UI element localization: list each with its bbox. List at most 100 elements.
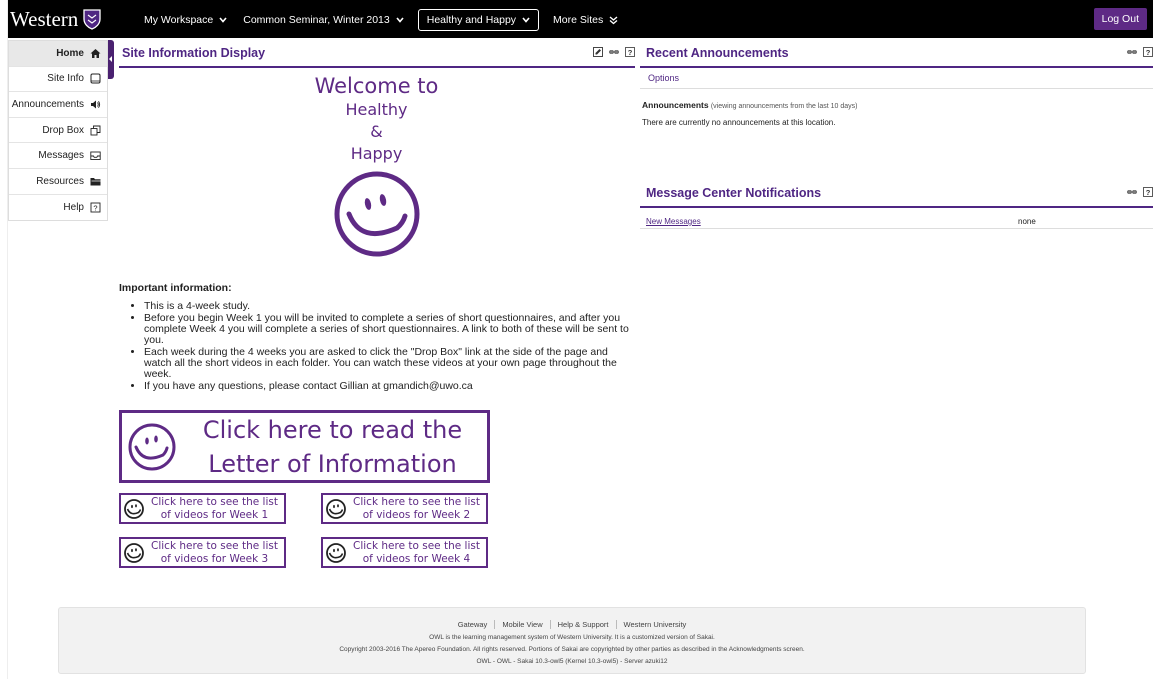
edit-icon[interactable]: [593, 47, 603, 57]
sidebar-item-label: Help: [63, 201, 84, 213]
svg-text:?: ?: [93, 203, 97, 212]
sidebar-item-site-info[interactable]: Site Info: [9, 67, 107, 93]
welcome-line: &: [370, 122, 383, 141]
logo-text: Western: [10, 7, 79, 31]
sidebar-item-help[interactable]: Help ?: [9, 195, 107, 221]
smiley-face-icon: [326, 542, 346, 563]
sidebar-item-resources[interactable]: Resources: [9, 169, 107, 195]
welcome-line: Healthy: [345, 100, 408, 119]
chevron-down-icon: [522, 17, 530, 23]
smiley-face-icon: [124, 498, 144, 519]
welcome-banner: Welcome to Healthy & Happy: [124, 74, 629, 166]
help-icon[interactable]: ?: [625, 47, 635, 57]
footer-links: Gateway Mobile View Help & Support Weste…: [59, 620, 1085, 629]
svg-text:?: ?: [1146, 48, 1151, 57]
smiley-face-icon: [124, 542, 144, 563]
week-button-text: Click here to see the list of videos for…: [145, 496, 284, 522]
footer-text: OWL is the learning management system of…: [429, 634, 715, 641]
smiley-face-icon: [128, 423, 176, 470]
svg-text:?: ?: [628, 48, 633, 57]
smiley-face-icon: [326, 498, 346, 519]
announcements-options-link[interactable]: Options: [640, 69, 1153, 89]
letter-button-text: Click here to read the Letter of Informa…: [178, 413, 487, 481]
link-icon[interactable]: [1127, 187, 1137, 197]
nav-more-sites[interactable]: More Sites: [545, 9, 626, 31]
list-item: If you have any questions, please contac…: [144, 380, 636, 392]
footer-link-mobile-view[interactable]: Mobile View: [495, 620, 551, 629]
table-row: New Messages none: [640, 214, 1153, 229]
footer-link-western-university[interactable]: Western University: [617, 620, 694, 629]
double-chevron-down-icon: [609, 15, 618, 24]
svg-text:?: ?: [1146, 188, 1151, 197]
sidebar-item-label: Resources: [36, 175, 84, 187]
portlet-tools: ?: [593, 47, 635, 57]
portlet-tools: ?: [1127, 187, 1153, 197]
list-item: Before you begin Week 1 you will be invi…: [144, 312, 636, 347]
log-out-button[interactable]: Log Out: [1093, 8, 1147, 30]
week-2-videos-button[interactable]: Click here to see the list of videos for…: [321, 493, 488, 524]
week-4-videos-button[interactable]: Click here to see the list of videos for…: [321, 537, 488, 568]
home-icon: [90, 48, 101, 58]
chevron-down-icon: [396, 17, 404, 23]
sidebar-item-label: Announcements: [11, 98, 84, 110]
week-button-text: Click here to see the list of videos for…: [145, 540, 284, 566]
help-icon[interactable]: ?: [1143, 187, 1153, 197]
sidebar-item-label: Drop Box: [42, 124, 84, 136]
button-line: Click here to see the list: [151, 495, 278, 508]
portlet-tools: ?: [1127, 47, 1153, 57]
announcements-heading-label: Announcements: [642, 100, 709, 110]
top-bar: Western My Workspace Common Seminar, Win…: [0, 0, 1153, 38]
list-item: This is a 4-week study.: [144, 300, 636, 312]
shield-icon: [83, 9, 101, 30]
button-line: Click here to see the list: [151, 539, 278, 552]
nav-common-seminar[interactable]: Common Seminar, Winter 2013: [235, 9, 411, 31]
welcome-line: Welcome to: [314, 74, 439, 98]
nav-my-workspace[interactable]: My Workspace: [136, 9, 235, 31]
link-icon[interactable]: [1127, 47, 1137, 57]
letter-of-information-button[interactable]: Click here to read the Letter of Informa…: [119, 410, 490, 483]
smiley-face-icon: [334, 171, 420, 257]
week-button-text: Click here to see the list of videos for…: [347, 540, 486, 566]
link-icon[interactable]: [609, 47, 619, 57]
footer-text: OWL - OWL - Sakai 10.3-owl5 (Kernel 10.3…: [476, 658, 668, 665]
inbox-icon: [90, 151, 101, 161]
important-info-heading: Important information:: [119, 282, 232, 294]
sidebar-item-drop-box[interactable]: Drop Box: [9, 118, 107, 144]
copy-icon: [90, 125, 101, 136]
footer-link-help-support[interactable]: Help & Support: [551, 620, 617, 629]
help-icon[interactable]: ?: [1143, 47, 1153, 57]
tablet-icon: [90, 73, 101, 84]
footer: Gateway Mobile View Help & Support Weste…: [58, 607, 1086, 674]
folder-icon: [90, 177, 101, 186]
button-line: of videos for Week 1: [160, 508, 269, 521]
collapse-sidebar-handle[interactable]: [108, 40, 114, 79]
tool-sidebar: Home Site Info Announcements Drop Box Me…: [8, 40, 108, 222]
announcements-heading: Announcements (viewing announcements fro…: [642, 100, 858, 110]
new-messages-link[interactable]: New Messages: [646, 217, 701, 226]
nav-healthy-and-happy[interactable]: Healthy and Happy: [417, 9, 540, 31]
chevron-down-icon: [219, 17, 227, 23]
button-line: of videos for Week 4: [362, 552, 471, 565]
nav-label: More Sites: [553, 14, 604, 26]
week-1-videos-button[interactable]: Click here to see the list of videos for…: [119, 493, 286, 524]
sidebar-item-home[interactable]: Home: [9, 41, 107, 67]
site-nav: My Workspace Common Seminar, Winter 2013…: [136, 9, 626, 31]
sidebar-item-announcements[interactable]: Announcements: [9, 92, 107, 118]
portlet-title: Recent Announcements: [646, 46, 789, 60]
help-icon: ?: [90, 202, 101, 213]
sidebar-item-label: Site Info: [47, 73, 84, 85]
footer-text: Copyright 2003-2016 The Apereo Foundatio…: [339, 646, 805, 653]
message-center-portlet-header: Message Center Notifications ?: [640, 180, 1153, 208]
new-messages-count: none: [1018, 217, 1036, 226]
sidebar-item-label: Messages: [38, 150, 84, 162]
footer-link-gateway[interactable]: Gateway: [451, 620, 496, 629]
button-line: Click here to see the list: [353, 495, 480, 508]
announcements-portlet-header: Recent Announcements ?: [640, 40, 1153, 68]
western-logo[interactable]: Western: [10, 7, 101, 32]
week-button-text: Click here to see the list of videos for…: [347, 496, 486, 522]
portlet-title: Message Center Notifications: [646, 186, 822, 200]
portlet-title: Site Information Display: [122, 46, 266, 60]
sidebar-item-messages[interactable]: Messages: [9, 143, 107, 169]
week-3-videos-button[interactable]: Click here to see the list of videos for…: [119, 537, 286, 568]
site-info-portlet-header: Site Information Display ?: [119, 40, 635, 68]
